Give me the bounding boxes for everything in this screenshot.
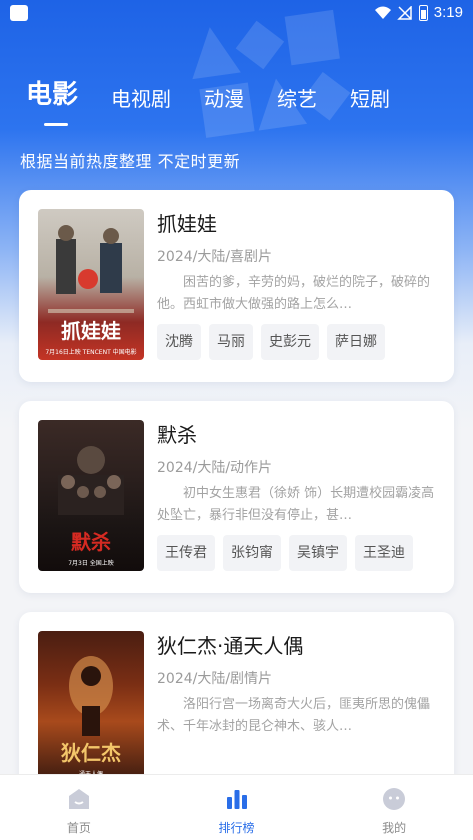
no-signal-icon [396, 5, 412, 20]
poster-title: 默杀 [71, 530, 111, 554]
cast-tag[interactable]: 王传君 [157, 535, 215, 571]
cast-tag[interactable]: 王圣迪 [355, 535, 413, 571]
poster-title: 抓娃娃 [61, 319, 121, 343]
movie-description: 困苦的爹，辛劳的妈，破烂的院子，破碎的他。西虹市做大做强的路上怎么… [157, 275, 431, 312]
cast-tag[interactable]: 史彭元 [261, 324, 319, 360]
profile-face-icon [383, 788, 406, 810]
nav-profile[interactable]: 我的 [315, 775, 473, 840]
bottom-navigation: 首页 排行榜 我的 [0, 774, 473, 840]
tab-anime[interactable]: 动漫 [204, 86, 244, 112]
home-icon [68, 789, 89, 809]
tab-variety[interactable]: 综艺 [277, 86, 317, 112]
cast-tag[interactable]: 张钧甯 [223, 535, 281, 571]
tab-tv[interactable]: 电视剧 [111, 86, 171, 112]
nav-profile-label: 我的 [382, 821, 407, 835]
cast-tag[interactable]: 吴镇宇 [289, 535, 347, 571]
movie-card[interactable]: 默杀 7月3日 全国上映 默杀 2024/大陆/动作片 初中女生惠君（徐娇 饰）… [19, 401, 454, 593]
nav-home-label: 首页 [66, 821, 91, 835]
cast-tag[interactable]: 萨日娜 [327, 324, 385, 360]
cast-tags: 沈腾 马丽 史彭元 萨日娜 [157, 324, 437, 360]
cast-tag[interactable]: 沈腾 [157, 324, 201, 360]
movie-title: 狄仁杰·通天人偶 [157, 634, 304, 658]
cast-tags: 王传君 张钧甯 吴镇宇 王圣迪 [157, 535, 437, 571]
nav-ranking[interactable]: 排行榜 [158, 775, 316, 840]
movie-card[interactable]: 抓娃娃 7月16日上映 TENCENT 中国电影 抓娃娃 2024/大陆/喜剧片… [19, 190, 454, 382]
tab-movie[interactable]: 电影 [26, 78, 78, 126]
poster-subtitle: 7月3日 全国上映 [68, 560, 114, 567]
poster-title: 狄仁杰 [61, 741, 121, 765]
movie-description: 洛阳行宫一场离奇大火后，匪夷所思的傀儡术、千年冰封的昆仑神木、骇人… [157, 697, 431, 734]
status-bar: 3:19 [0, 0, 473, 28]
status-time: 3:19 [433, 4, 463, 21]
movie-meta: 2024/大陆/喜剧片 [157, 249, 273, 265]
movie-title: 默杀 [157, 423, 197, 447]
movie-poster: 抓娃娃 7月16日上映 TENCENT 中国电影 [38, 209, 144, 360]
nav-ranking-label: 排行榜 [218, 821, 255, 835]
movie-poster: 默杀 7月3日 全国上映 [38, 420, 144, 571]
notification-icon [10, 5, 28, 21]
poster-subtitle: 7月16日上映 TENCENT 中国电影 [45, 349, 137, 356]
movie-description: 初中女生惠君（徐娇 饰）长期遭校园霸凌高处坠亡，暴行非但没有停止，甚… [157, 486, 435, 523]
category-tabs: 电影 电视剧 动漫 综艺 短剧 [26, 72, 423, 126]
movie-poster: 狄仁杰 通天人偶 [38, 631, 144, 782]
ranking-bars-icon [226, 790, 247, 809]
movie-meta: 2024/大陆/剧情片 [157, 671, 273, 687]
movie-meta: 2024/大陆/动作片 [157, 460, 273, 476]
tab-short-drama[interactable]: 短剧 [350, 86, 390, 112]
ranking-subtitle: 根据当前热度整理 不定时更新 [20, 152, 241, 171]
battery-icon [418, 4, 428, 21]
movie-list: 抓娃娃 7月16日上映 TENCENT 中国电影 抓娃娃 2024/大陆/喜剧片… [19, 190, 454, 823]
cast-tag[interactable]: 马丽 [209, 324, 253, 360]
wifi-icon [374, 6, 391, 19]
nav-home[interactable]: 首页 [0, 775, 158, 840]
movie-title: 抓娃娃 [157, 212, 217, 236]
